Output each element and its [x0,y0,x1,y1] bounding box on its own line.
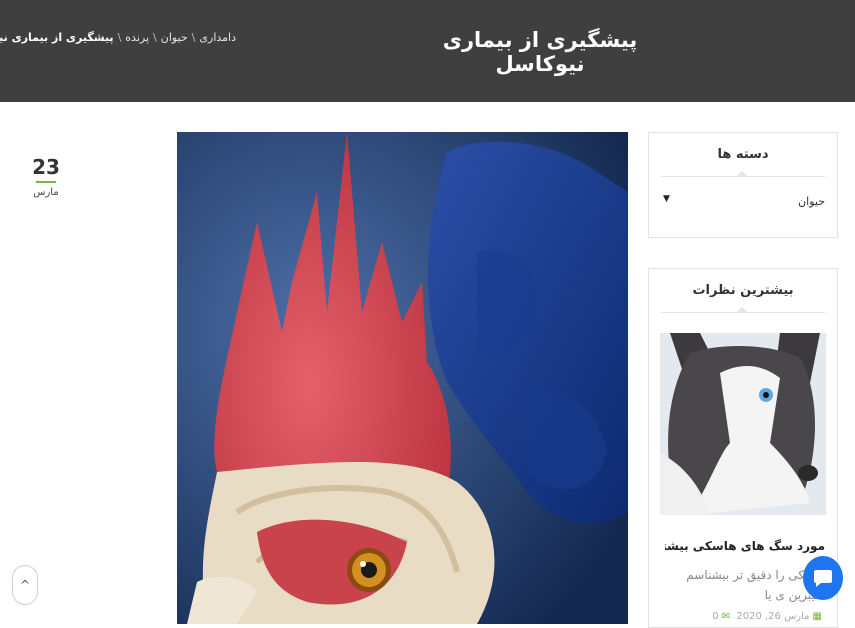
breadcrumb-separator: \ [153,31,157,44]
breadcrumb-item-current: پیشگیری از بیماری نیوکاسل [0,31,114,44]
caret-down-icon: ▼ [663,194,670,204]
breadcrumb-item-livestock[interactable]: دامداری [199,31,236,44]
breadcrumb-item-animal[interactable]: حیوان [161,31,188,44]
chat-button[interactable] [803,556,843,600]
calendar-icon: ▦ [812,611,822,622]
chevron-up-icon: ^ [19,578,31,592]
top-comments-widget-title: بیشترین نظرات [692,283,794,298]
breadcrumb: دامداری\حیوان\پرنده\پیشگیری از بیماری نی… [0,31,238,44]
scroll-to-top-button[interactable]: ^ [12,565,38,605]
categories-widget-title: دسته ها [717,147,769,162]
post-title-link[interactable]: مورد سگ های هاسکی بیشتر بدانید [665,539,825,553]
post-date-month: مارس [33,187,59,198]
page-header: دامداری\حیوان\پرنده\پیشگیری از بیماری نی… [0,0,855,102]
rooster-illustration [177,132,628,624]
categories-widget: دسته ها حیوان ▼ [648,132,838,238]
breadcrumb-separator: \ [117,31,122,44]
date-divider [36,181,56,183]
post-date: 23 مارس [30,155,62,198]
breadcrumb-item-bird[interactable]: پرنده [125,31,149,44]
post-meta-comments: 0 [712,611,719,622]
widget-divider [661,307,825,313]
comment-icon: ✉ [721,611,731,622]
chat-bubble-icon [814,570,832,587]
featured-image [177,132,628,624]
category-select[interactable]: حیوان ▼ [661,187,825,217]
post-meta: ▦مارس 26, 2020 ✉0 [712,611,825,622]
page-title: پیشگیری از بیماری نیوکاسل [442,28,638,76]
breadcrumb-separator: \ [191,31,196,44]
post-date-day: 23 [32,155,60,179]
category-select-value: حیوان [798,195,825,208]
widget-divider [661,171,825,177]
post-meta-date: مارس 26, 2020 [736,611,810,622]
post-excerpt: هاسکی را دقیق تر بیشناسم سیبرین ی یا [686,568,825,602]
husky-illustration [660,333,826,515]
post-thumbnail[interactable] [660,333,826,515]
